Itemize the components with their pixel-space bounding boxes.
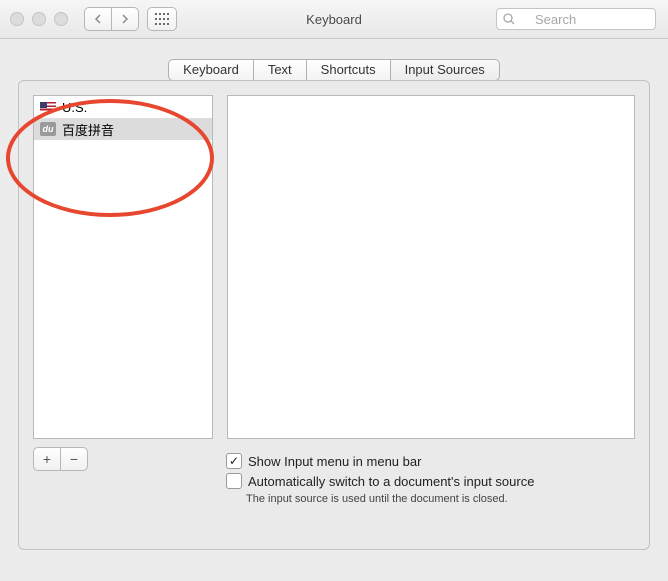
options-group: Show Input menu in menu bar Automaticall… [226,451,534,505]
option-label: Show Input menu in menu bar [248,454,421,469]
zoom-icon[interactable] [54,12,68,26]
checkbox-icon[interactable] [226,453,242,469]
list-item-label: 百度拼音 [62,120,114,139]
tab-shortcuts[interactable]: Shortcuts [307,59,391,81]
nav-buttons [84,7,139,31]
option-show-input-menu[interactable]: Show Input menu in menu bar [226,451,534,471]
flag-us-icon [40,102,56,113]
tab-bar: Keyboard Text Shortcuts Input Sources [18,59,650,81]
option-hint: The input source is used until the docum… [246,493,534,505]
remove-button[interactable]: − [60,447,88,471]
show-all-button[interactable] [147,7,177,31]
titlebar: Keyboard Search [0,0,668,39]
list-item-label: U.S. [62,100,87,115]
preferences-window: Keyboard Search Keyboard Text Shortcuts … [0,0,668,581]
input-source-detail [227,95,635,439]
minimize-icon[interactable] [32,12,46,26]
option-auto-switch[interactable]: Automatically switch to a document's inp… [226,471,534,491]
input-source-list[interactable]: U.S. du 百度拼音 [33,95,213,439]
tab-text[interactable]: Text [254,59,307,81]
search-input[interactable]: Search [496,8,656,30]
search-placeholder: Search [535,12,576,27]
forward-button[interactable] [111,7,139,31]
search-icon [503,13,515,25]
add-button[interactable]: + [33,447,60,471]
window-controls [10,12,68,26]
checkbox-icon[interactable] [226,473,242,489]
baidu-pinyin-icon: du [40,122,56,136]
content-area: Keyboard Text Shortcuts Input Sources U.… [0,39,668,564]
tab-input-sources[interactable]: Input Sources [391,59,500,81]
back-button[interactable] [84,7,111,31]
option-label: Automatically switch to a document's inp… [248,474,534,489]
close-icon[interactable] [10,12,24,26]
tab-keyboard[interactable]: Keyboard [168,59,254,81]
input-sources-panel: U.S. du 百度拼音 + − Show Input menu in menu… [18,80,650,550]
list-item[interactable]: U.S. [34,96,212,118]
list-item[interactable]: du 百度拼音 [34,118,212,140]
